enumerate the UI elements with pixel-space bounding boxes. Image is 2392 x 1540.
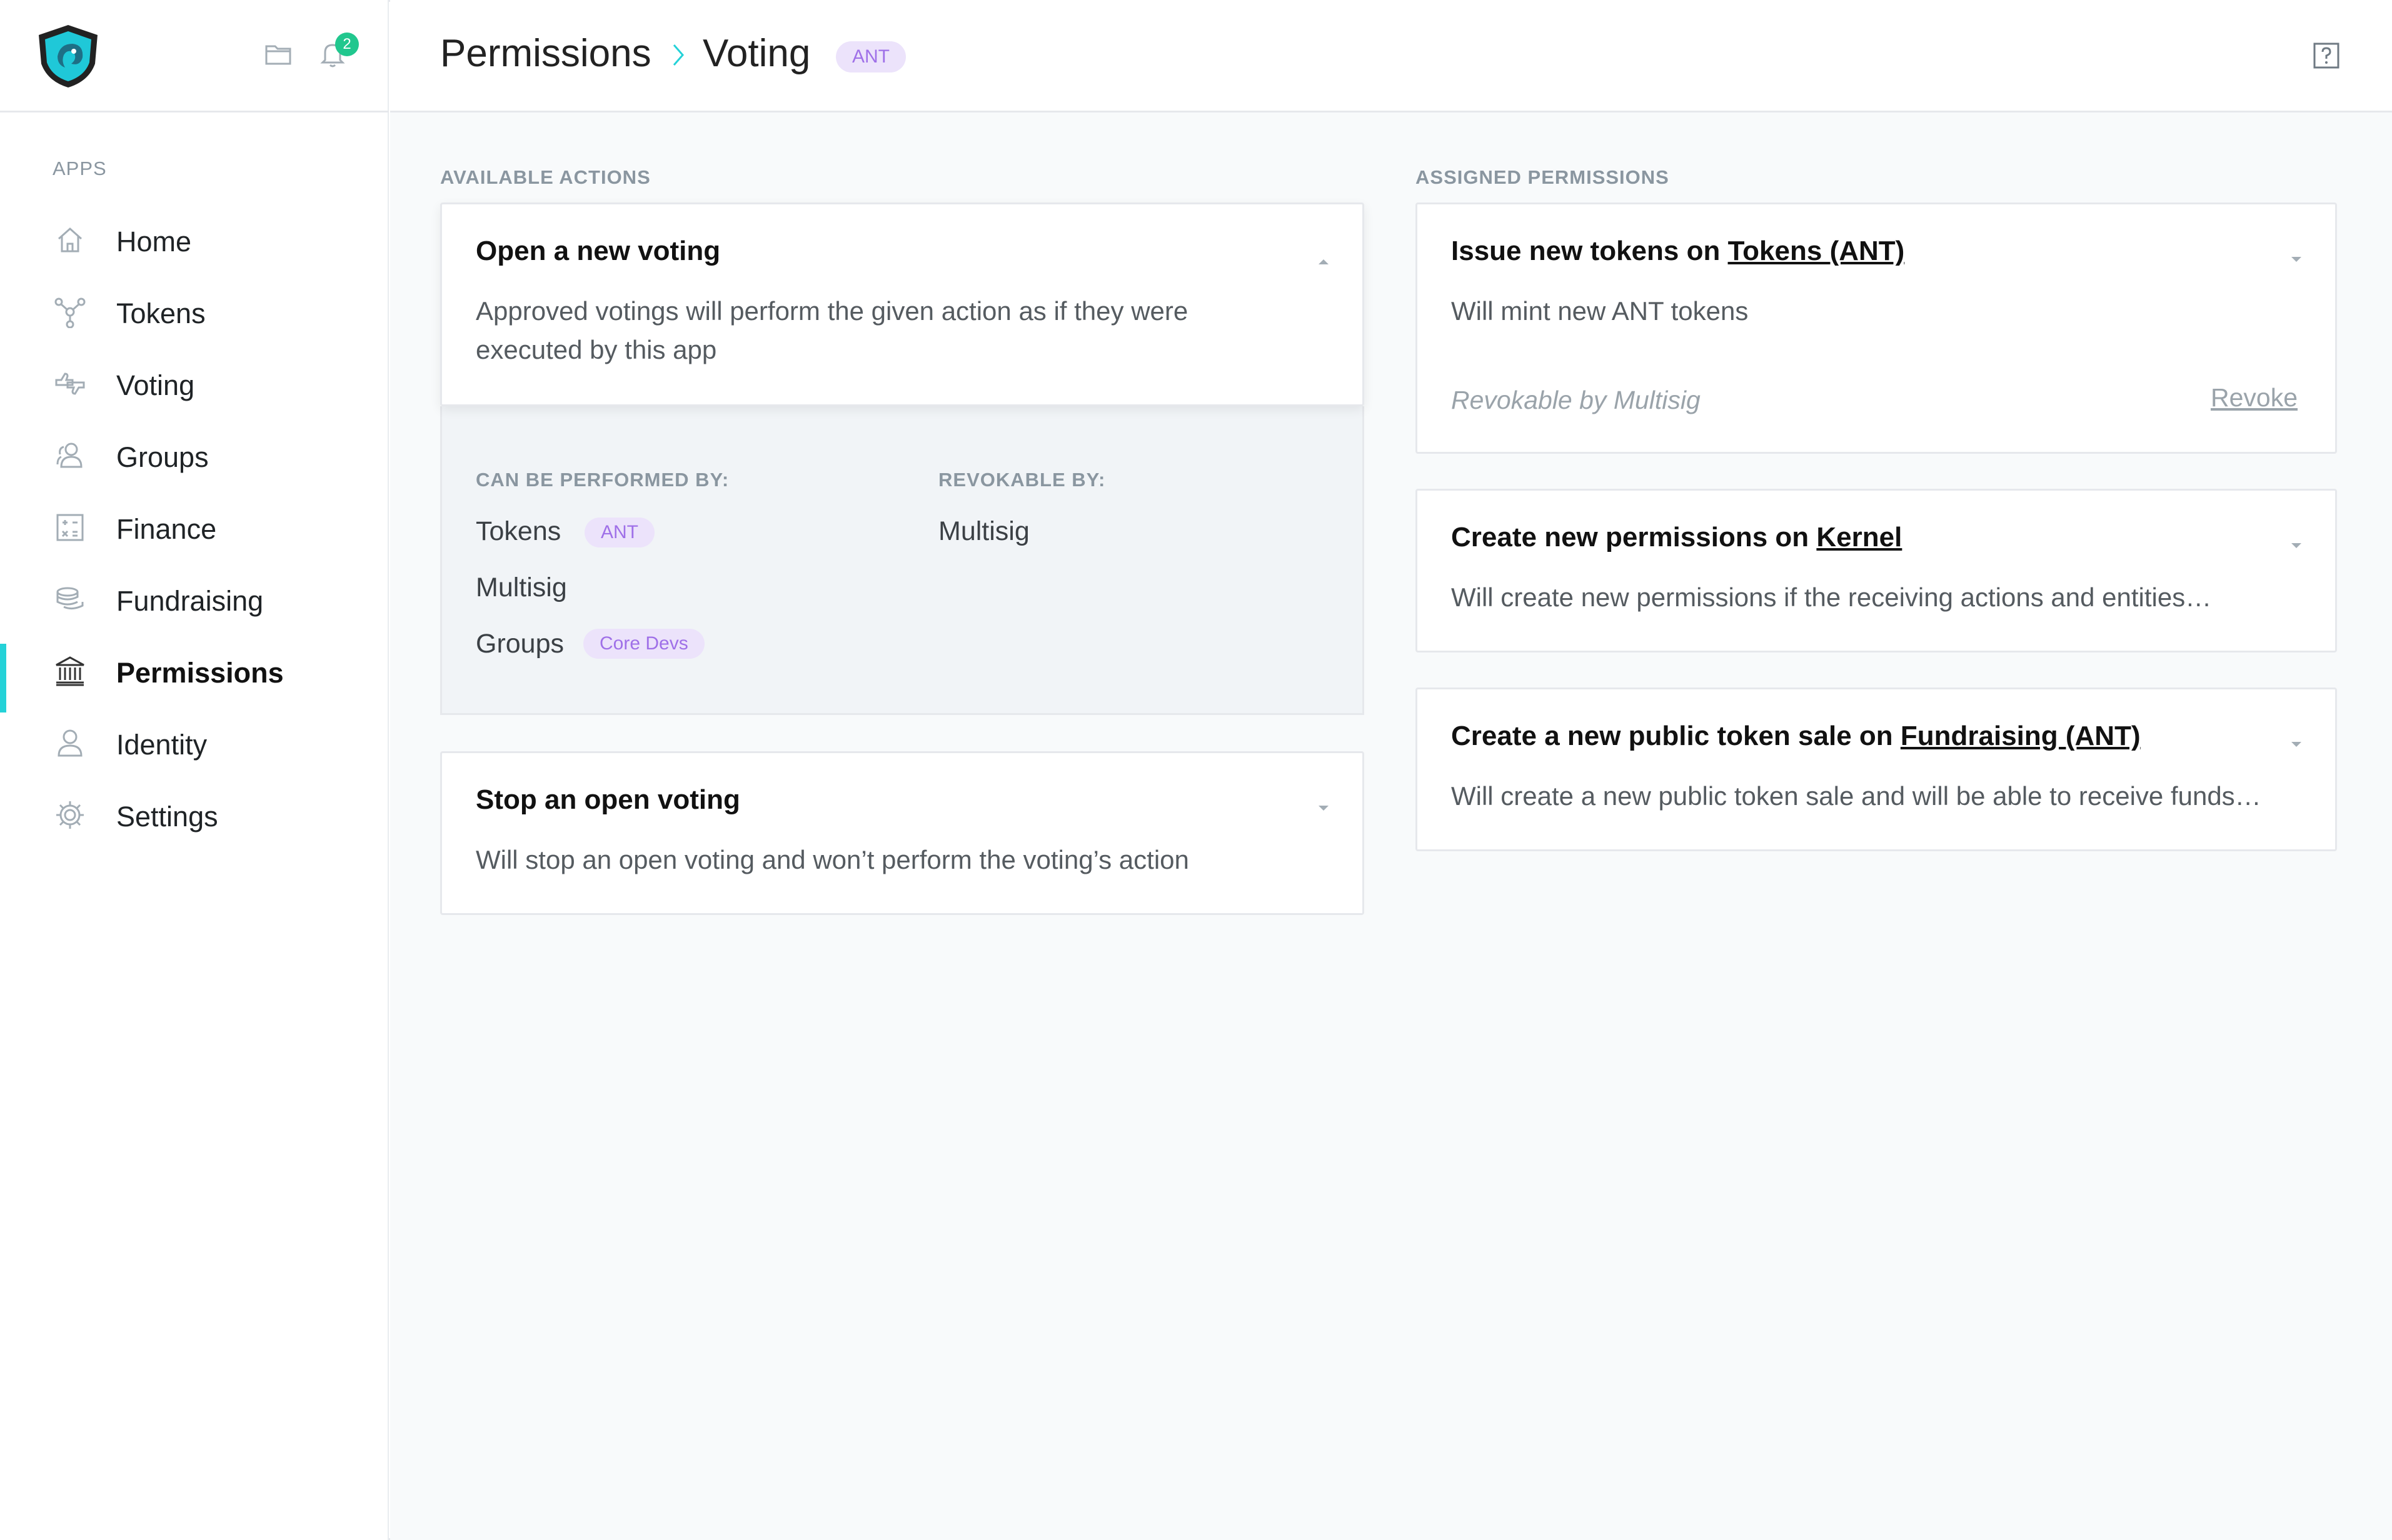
permission-app-link[interactable]: Fundraising (ANT) — [1901, 721, 2141, 751]
action-card-open-voting[interactable]: Open a new voting Approved votings will … — [440, 202, 1364, 406]
sidebar-item-groups[interactable]: Groups — [0, 422, 388, 488]
top-bar: Permissions Voting ANT — [390, 0, 2392, 112]
finance-icon — [56, 514, 84, 541]
action-title: Stop an open voting — [476, 784, 740, 815]
performer-entity: Multisig — [476, 572, 567, 602]
fundraising-icon — [56, 587, 84, 610]
breadcrumb-root[interactable]: Permissions — [440, 31, 651, 76]
revoke-button[interactable]: Revoke — [2211, 383, 2298, 412]
chevron-up-icon[interactable] — [1316, 257, 1331, 267]
permission-description: Will mint new ANT tokens — [1451, 296, 1749, 326]
help-icon[interactable] — [2312, 41, 2341, 70]
chevron-down-icon[interactable] — [2289, 739, 2304, 749]
action-title: Open a new voting — [476, 236, 721, 266]
sidebar-item-label: Groups — [116, 441, 209, 473]
notification-badge: 2 — [335, 32, 359, 56]
app-badge: ANT — [836, 41, 906, 72]
performer-entity: Groups — [476, 629, 565, 659]
assigned-permissions-label: ASSIGNED PERMISSIONS — [1415, 166, 1669, 188]
chevron-down-icon[interactable] — [2289, 541, 2304, 551]
available-actions-label: AVAILABLE ACTIONS — [440, 166, 651, 188]
page-title: Voting — [703, 32, 811, 75]
apps-section-label: APPS — [53, 158, 107, 179]
sidebar-item-label: Home — [116, 226, 192, 258]
sidebar-item-settings[interactable]: Settings — [0, 781, 388, 848]
sidebar-item-identity[interactable]: Identity — [0, 709, 388, 776]
performed-by-label: CAN BE PERFORMED BY: — [476, 469, 730, 491]
sidebar-item-tokens[interactable]: Tokens — [0, 278, 388, 344]
sidebar-item-label: Tokens — [116, 298, 206, 329]
permission-app-link[interactable]: Tokens (ANT) — [1728, 236, 1905, 266]
sidebar-item-label: Fundraising — [116, 585, 264, 617]
sidebar-item-home[interactable]: Home — [0, 206, 388, 272]
action-description: Approved votings will perform the given … — [476, 296, 1188, 364]
tokens-icon — [54, 298, 86, 328]
sidebar-item-finance[interactable]: Finance — [0, 494, 388, 560]
sidebar-item-permissions[interactable]: Permissions — [0, 638, 388, 712]
entity-tag: Core Devs — [583, 629, 705, 659]
entity-tag: ANT — [585, 518, 655, 548]
permission-description: Will create new permissions if the recei… — [1451, 582, 2212, 612]
voting-icon — [55, 372, 85, 395]
action-details-panel: CAN BE PERFORMED BY: REVOKABLE BY: Token… — [440, 406, 1364, 715]
sidebar-item-voting[interactable]: Voting — [0, 350, 388, 416]
revokable-note: Revokable by Multisig — [1451, 386, 1701, 414]
permission-title: Create a new public token sale on Fundra… — [1451, 721, 2141, 751]
permission-app-link[interactable]: Kernel — [1816, 522, 1902, 552]
sidebar-item-label: Settings — [116, 801, 218, 832]
permission-card[interactable]: Create a new public token sale on Fundra… — [1415, 688, 2337, 851]
settings-icon — [56, 801, 84, 829]
permissions-icon — [56, 656, 84, 686]
sidebar-header: 2 — [0, 0, 389, 112]
permission-card[interactable]: Issue new tokens on Tokens (ANT) Will mi… — [1415, 202, 2337, 454]
revokable-by-label: REVOKABLE BY: — [938, 469, 1106, 491]
sidebar-item-label: Permissions — [116, 657, 284, 689]
sidebar: 2 APPS Home Tokens Voting Groups Finance… — [0, 0, 389, 1540]
sidebar-item-fundraising[interactable]: Fundraising — [0, 566, 388, 632]
chevron-right-icon — [673, 44, 684, 66]
home-icon — [58, 227, 82, 252]
groups-icon — [56, 442, 83, 468]
performer-entity: Tokens — [476, 516, 561, 546]
sidebar-item-label: Finance — [116, 513, 217, 545]
revoker-entity: Multisig — [938, 516, 1030, 546]
folder-icon[interactable] — [263, 39, 293, 69]
aragon-logo-icon[interactable] — [33, 22, 104, 90]
chevron-down-icon[interactable] — [1316, 803, 1331, 813]
identity-icon — [58, 729, 83, 757]
permission-title: Issue new tokens on Tokens (ANT) — [1451, 236, 1905, 266]
sidebar-item-label: Voting — [116, 369, 195, 401]
action-card-stop-voting[interactable]: Stop an open voting Will stop an open vo… — [440, 751, 1364, 915]
chevron-down-icon[interactable] — [2289, 254, 2304, 264]
sidebar-item-label: Identity — [116, 729, 208, 761]
action-description: Will stop an open voting and won’t perfo… — [476, 845, 1189, 874]
permission-title: Create new permissions on Kernel — [1451, 522, 1902, 552]
permission-description: Will create a new public token sale and … — [1451, 781, 2261, 811]
permission-card[interactable]: Create new permissions on Kernel Will cr… — [1415, 489, 2337, 652]
